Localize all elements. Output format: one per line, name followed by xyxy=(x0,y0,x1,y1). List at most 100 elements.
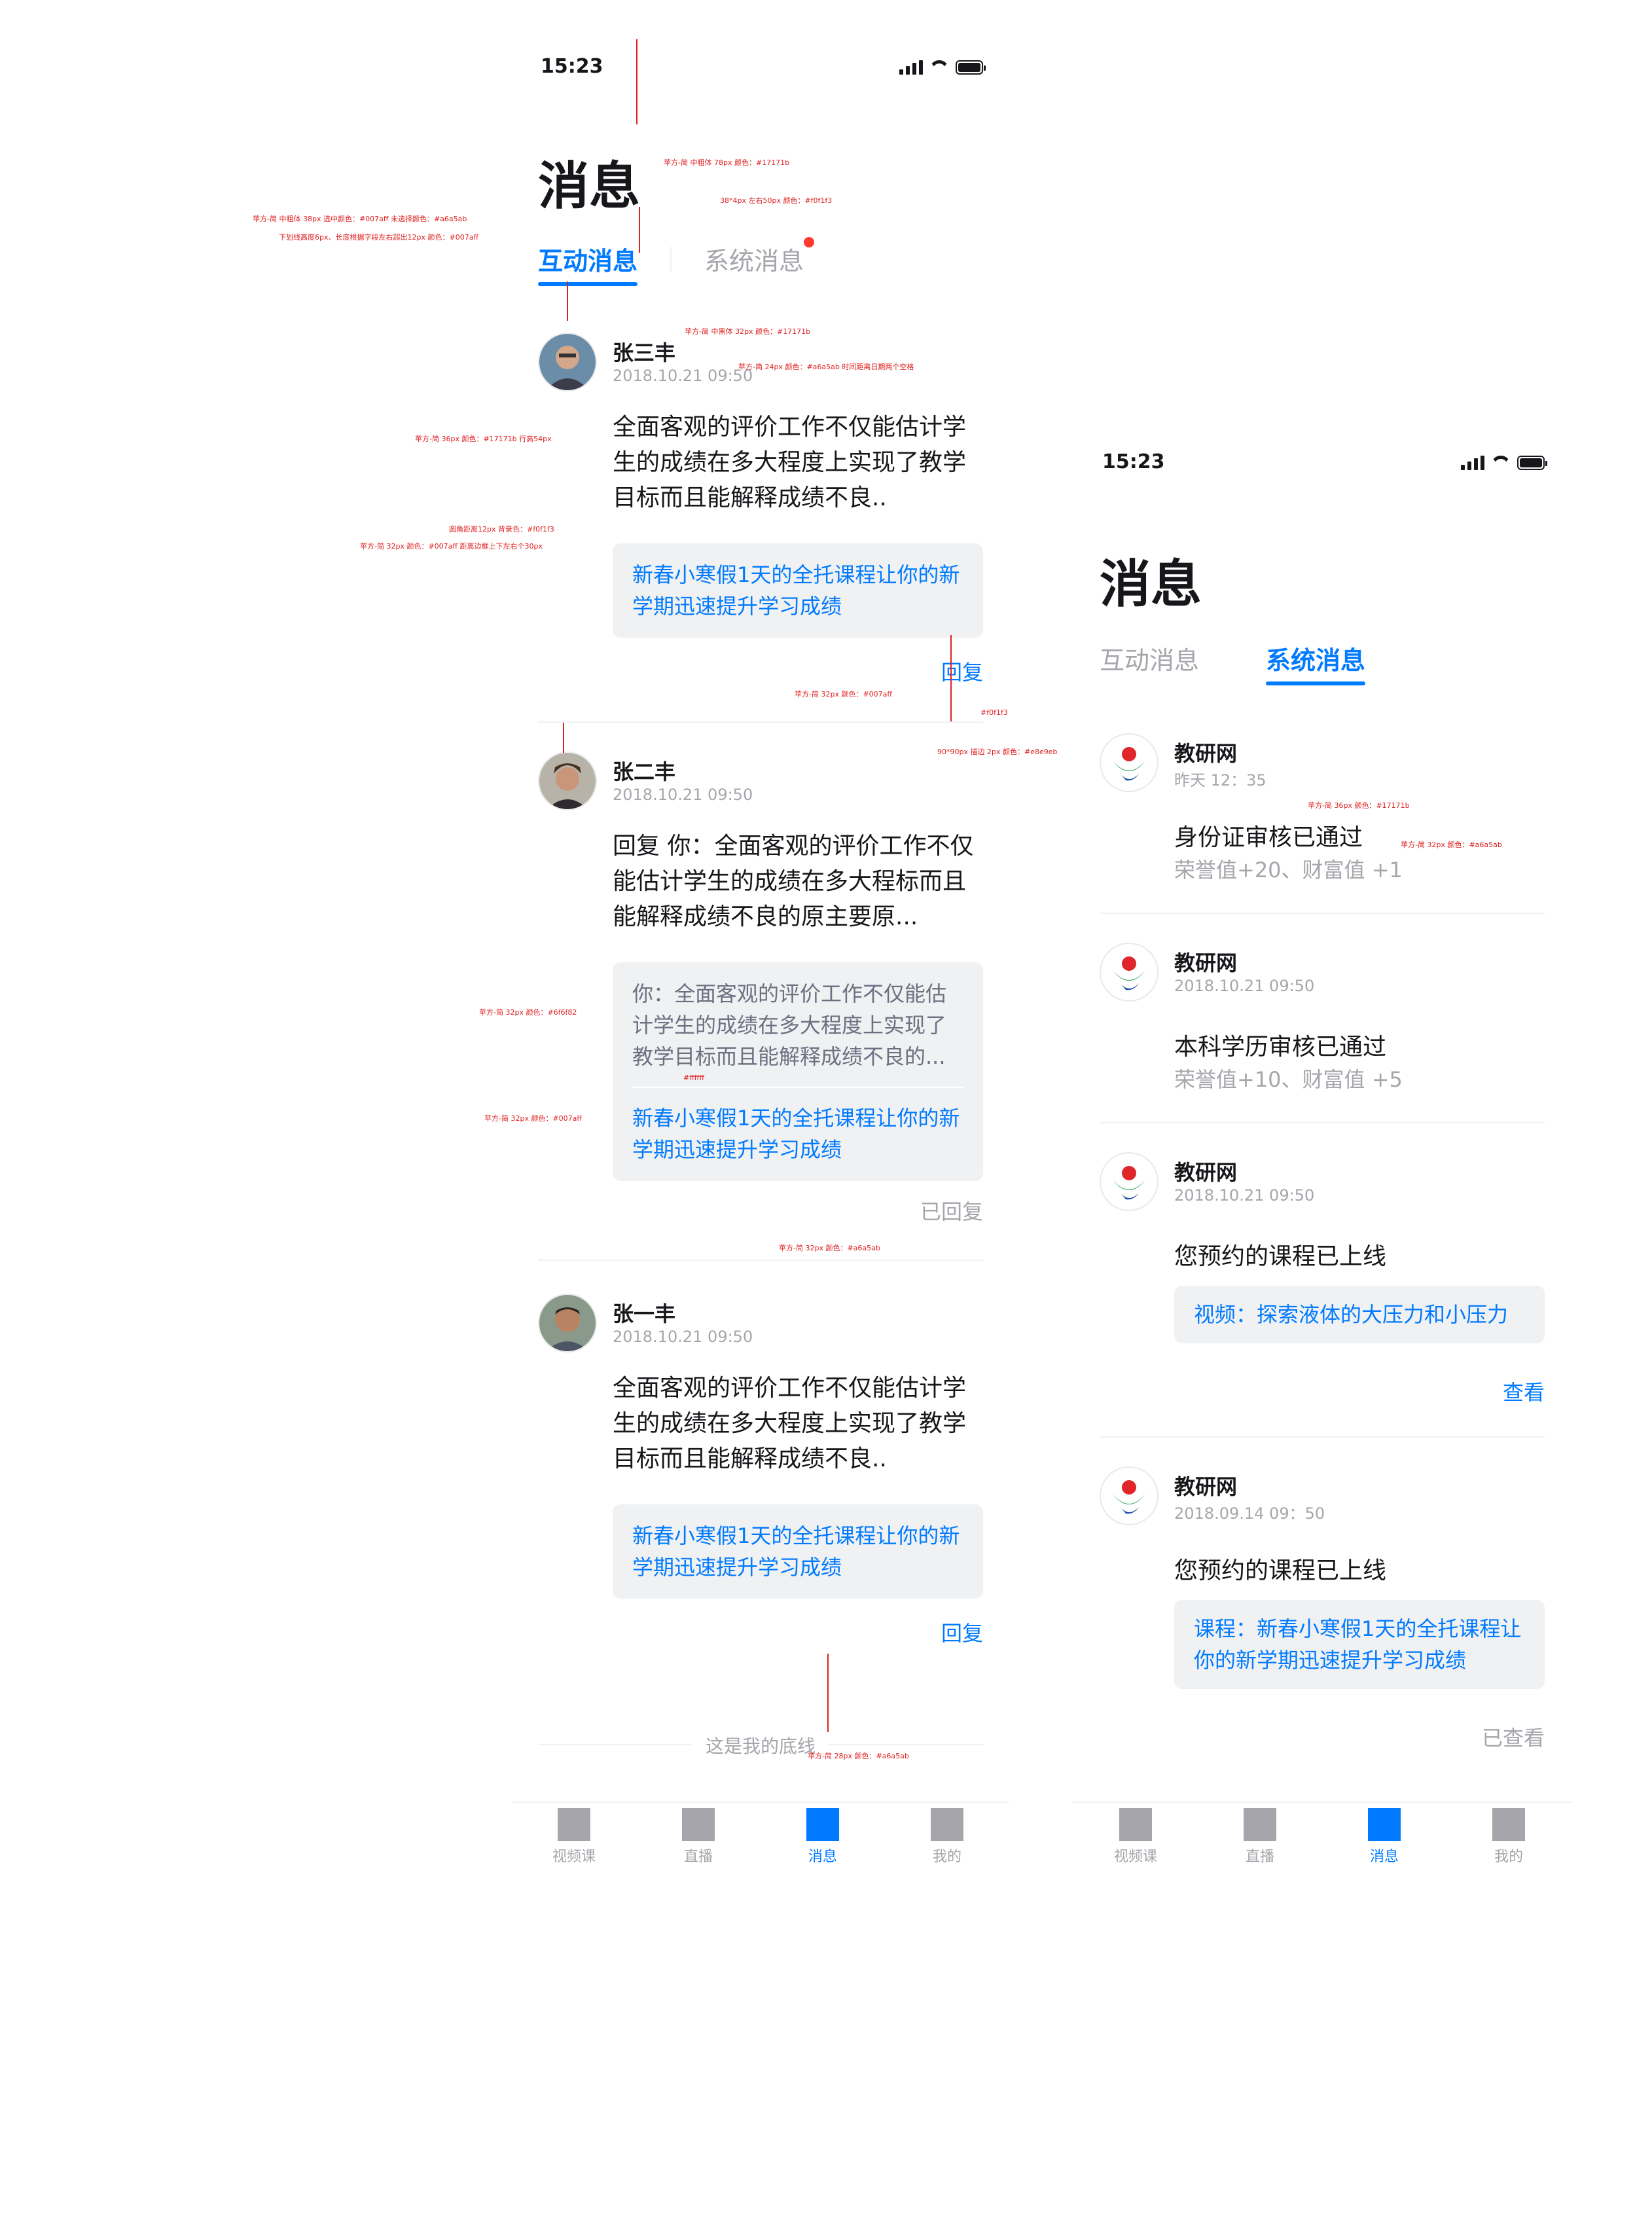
system-message-title: 您预约的课程已上线 xyxy=(1174,1557,1387,1584)
message-item[interactable]: 张一丰 2018.10.21 09:50 全面客观的评价工作不仅能估计学生的成绩… xyxy=(538,1294,983,1646)
jiaoyanwang-logo-icon xyxy=(1100,1152,1158,1211)
tabbar-item-live[interactable]: 直播 xyxy=(1198,1803,1322,1867)
video-icon xyxy=(558,1808,590,1841)
view-button[interactable]: 查看 xyxy=(1503,1376,1545,1406)
sender-name: 教研网 xyxy=(1174,741,1238,766)
tabbar-label: 视频课 xyxy=(552,1849,596,1865)
tabbar-label: 消息 xyxy=(1369,1849,1399,1865)
message-time: 昨天 12：35 xyxy=(1174,771,1266,789)
annotation-spacing-line xyxy=(636,39,637,124)
annotation-spacing-line xyxy=(567,281,568,321)
linked-course-box[interactable]: 课程：新春小寒假1天的全托课程让你的新学期迅速提升学习成绩 xyxy=(1174,1600,1545,1689)
annotation-footer-spec: 苹方-简 28px 颜色：#a6a5ab xyxy=(808,1752,909,1760)
system-message-reward: 荣誉值+10、财富值 +5 xyxy=(1174,1067,1403,1092)
bottom-tabbar: 视频课 直播 消息 我的 xyxy=(1073,1802,1571,1867)
bottom-tabbar: 视频课 直播 消息 我的 xyxy=(512,1802,1009,1867)
linked-course-box[interactable]: 新春小寒假1天的全托课程让你的新学期迅速提升学习成绩 xyxy=(613,1504,983,1599)
status-icons xyxy=(1461,452,1547,470)
system-message-item[interactable]: 教研网 2018.09.14 09：50 您预约的课程已上线 课程：新春小寒假1… xyxy=(1100,1466,1545,1774)
message-item[interactable]: 张三丰 2018.10.21 09:50 全面客观的评价工作不仅能估计学生的成绩… xyxy=(538,333,983,723)
linked-course-box[interactable]: 新春小寒假1天的全托课程让你的新学期迅速提升学习成绩 xyxy=(613,543,983,638)
message-tabs: 互动消息 系统消息 xyxy=(538,237,815,286)
sender-name: 张一丰 xyxy=(613,1301,676,1326)
avatar[interactable] xyxy=(538,1294,597,1352)
replied-label: 已回复 xyxy=(920,1199,983,1224)
system-message-item[interactable]: 教研网 2018.10.21 09:50 本科学历审核已通过 荣誉值+10、财富… xyxy=(1100,943,1545,1123)
item-divider xyxy=(1100,1122,1545,1123)
message-time: 2018.10.21 09:50 xyxy=(1174,1186,1315,1205)
annotation-title-spec: 苹方-简 中粗体 78px 颜色：#17171b xyxy=(664,158,790,167)
item-divider xyxy=(538,1260,983,1261)
tab-system-messages[interactable]: 系统消息 xyxy=(1266,640,1366,685)
course-link[interactable]: 新春小寒假1天的全托课程让你的新学期迅速提升学习成绩 xyxy=(632,1102,963,1165)
system-message-title: 本科学历审核已通过 xyxy=(1174,1034,1387,1061)
status-time: 15:23 xyxy=(541,55,603,78)
system-message-item[interactable]: 教研网 2018.10.21 09:50 您预约的课程已上线 视频：探索液体的大… xyxy=(1100,1152,1545,1438)
annotation-name-spec: 苹方-简 中黑体 32px 颜色：#17171b xyxy=(685,327,811,336)
quoted-text: 你：全面客观的评价工作不仅能估计学生的成绩在多大程度上实现了教学目标而且能解释成… xyxy=(632,981,947,1069)
avatar[interactable] xyxy=(538,333,597,391)
tabbar-item-video[interactable]: 视频课 xyxy=(1073,1803,1198,1867)
page-title: 消息 xyxy=(538,157,641,216)
message-icon xyxy=(1368,1808,1401,1841)
tabbar-label: 我的 xyxy=(1494,1849,1523,1865)
message-item[interactable]: 张二丰 2018.10.21 09:50 回复 你：全面客观的评价工作不仅能估计… xyxy=(538,752,983,1261)
avatar[interactable] xyxy=(538,752,597,810)
sender-name: 张二丰 xyxy=(613,759,676,784)
tab-system-messages[interactable]: 系统消息 xyxy=(704,237,815,277)
viewed-label: 已查看 xyxy=(1481,1726,1545,1751)
tabbar-label: 直播 xyxy=(1245,1849,1274,1865)
sender-name: 张三丰 xyxy=(613,340,676,365)
tabbar-label: 我的 xyxy=(932,1849,961,1865)
annotation-replied-spec: 苹方-简 32px 颜色：#a6a5ab xyxy=(779,1244,880,1252)
annotation-box-spec: 圆角距离12px 背景色：#f0f1f3 xyxy=(449,525,554,534)
reply-button[interactable]: 回复 xyxy=(941,656,983,686)
battery-icon xyxy=(1517,456,1547,470)
linked-video-box[interactable]: 视频：探索液体的大压力和小压力 xyxy=(1174,1286,1545,1343)
tab-interactive-messages[interactable]: 互动消息 xyxy=(1100,640,1199,676)
message-time: 2018.10.21 09:50 xyxy=(613,367,753,385)
system-message-item[interactable]: 教研网 昨天 12：35 身份证审核已通过 荣誉值+20、财富值 +1 xyxy=(1100,733,1545,914)
annotation-link2-spec: 苹方-简 32px 颜色：#007aff xyxy=(484,1114,582,1123)
annotation-sys-sub-spec: 苹方-简 32px 颜色：#a6a5ab xyxy=(1401,841,1502,849)
tabbar-item-messages[interactable]: 消息 xyxy=(1322,1803,1446,1867)
screen-interactive-messages: 15:23 消息 互动消息 系统消息 张三丰 2018.10.21 09:50 … xyxy=(512,0,1009,1872)
reply-button[interactable]: 回复 xyxy=(941,1617,983,1647)
live-icon xyxy=(682,1808,715,1841)
item-divider xyxy=(1100,1436,1545,1438)
quoted-reply-box[interactable]: 你：全面客观的评价工作不仅能估计学生的成绩在多大程度上实现了教学目标而且能解释成… xyxy=(613,962,983,1181)
annotation-spacing-line xyxy=(827,1654,829,1732)
course-link[interactable]: 新春小寒假1天的全托课程让你的新学期迅速提升学习成绩 xyxy=(632,1520,963,1583)
video-icon xyxy=(1119,1808,1152,1841)
sender-name: 教研网 xyxy=(1174,951,1238,975)
jiaoyanwang-logo-icon xyxy=(1100,733,1158,792)
tabbar-item-video[interactable]: 视频课 xyxy=(512,1803,636,1867)
message-time: 2018.10.21 09:50 xyxy=(613,1328,753,1346)
tabbar-label: 直播 xyxy=(683,1849,713,1865)
status-time: 15:23 xyxy=(1102,450,1165,473)
tab-separator xyxy=(1232,645,1234,671)
message-text: 全面客观的评价工作不仅能估计学生的成绩在多大程度上实现了教学目标而且能解释成绩不… xyxy=(613,1375,967,1472)
tab-interactive-messages[interactable]: 互动消息 xyxy=(538,241,638,286)
tabbar-item-mine[interactable]: 我的 xyxy=(1446,1803,1571,1867)
annotation-underline-spec: 下划线高度6px、长度根据字段左右超出12px 颜色：#007aff xyxy=(279,233,479,242)
course-link[interactable]: 新春小寒假1天的全托课程让你的新学期迅速提升学习成绩 xyxy=(632,559,963,622)
sender-name: 教研网 xyxy=(1174,1474,1238,1499)
jiaoyanwang-logo-icon xyxy=(1100,943,1158,1002)
tabbar-item-mine[interactable]: 我的 xyxy=(885,1803,1009,1867)
message-tabs: 互动消息 系统消息 xyxy=(1100,640,1366,685)
message-time: 2018.09.14 09：50 xyxy=(1174,1504,1325,1523)
message-text: 全面客观的评价工作不仅能估计学生的成绩在多大程度上实现了教学目标而且能解释成绩不… xyxy=(613,414,967,511)
tabbar-label: 视频课 xyxy=(1113,1849,1157,1865)
tabbar-item-live[interactable]: 直播 xyxy=(636,1803,761,1867)
message-text: 回复 你：全面客观的评价工作不仅能估计学生的成绩在多大程标而且能解释成绩不良的原… xyxy=(613,833,974,930)
battery-icon xyxy=(956,60,986,75)
tabbar-item-messages[interactable]: 消息 xyxy=(761,1803,885,1867)
annotation-reply-spec: 苹方-简 32px 颜色：#007aff xyxy=(795,690,892,699)
annotation-text-spec: 苹方-简 36px 颜色：#17171b 行高54px xyxy=(415,435,552,443)
quote-divider xyxy=(632,1087,963,1088)
annotation-spacing-line xyxy=(563,723,564,753)
status-bar: 15:23 xyxy=(1073,399,1571,473)
page-title: 消息 xyxy=(1100,555,1202,614)
footer-baseline-text: 这是我的底线 xyxy=(512,1732,1009,1758)
